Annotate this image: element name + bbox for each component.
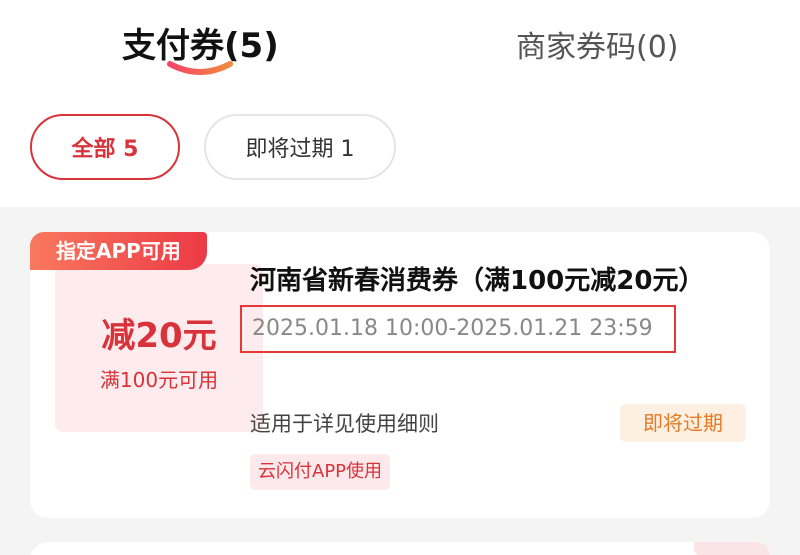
validity-highlight-box: 2025.01.18 10:00-2025.01.21 23:59 <box>240 305 676 353</box>
coupon-value-panel: 减20元 满100元可用 <box>55 264 263 432</box>
coupon-page: 支付券(5) 商家券码(0) 全部 5 即将过期 1 减20元 满100元可用 … <box>0 0 800 555</box>
expiring-badge: 即将过期 <box>620 404 746 442</box>
coupon-validity: 2025.01.18 10:00-2025.01.21 23:59 <box>252 316 653 341</box>
coupon-amount: 减20元 <box>101 316 217 356</box>
next-card-tag <box>694 542 770 555</box>
filter-all-chip[interactable]: 全部 5 <box>30 114 180 180</box>
tab-merchant-codes[interactable]: 商家券码(0) <box>516 22 679 66</box>
channel-tag: 云闪付APP使用 <box>250 454 391 490</box>
filter-expiring-chip[interactable]: 即将过期 1 <box>204 114 396 180</box>
coupon-card-next[interactable] <box>30 542 770 555</box>
app-only-tag: 指定APP可用 <box>30 232 207 270</box>
coupon-scope: 适用于详见使用细则 <box>250 412 439 436</box>
active-tab-underline <box>167 61 233 75</box>
coupon-condition: 满100元可用 <box>99 368 219 392</box>
coupon-tabs: 支付券(5) 商家券码(0) <box>0 0 800 100</box>
coupon-title: 河南省新春消费券（满100元减20元） <box>250 266 705 296</box>
coupon-card[interactable]: 减20元 满100元可用 指定APP可用 河南省新春消费券（满100元减20元）… <box>30 232 770 518</box>
